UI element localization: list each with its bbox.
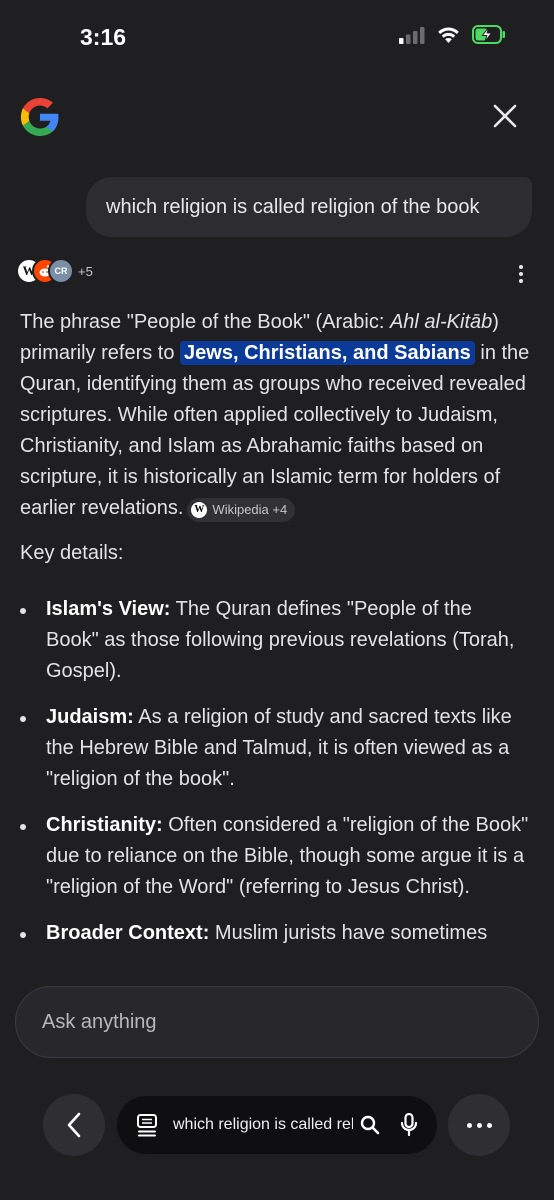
search-icon[interactable] (359, 1114, 381, 1136)
more-menu-button[interactable] (448, 1094, 510, 1156)
signal-icon (399, 26, 425, 49)
list-item: Judaism: As a religion of study and sacr… (20, 702, 530, 795)
list-item: Christianity: Often considered a "religi… (20, 810, 530, 903)
answer-text: The phrase "People of the Book" (Arabic: (20, 311, 390, 333)
sources-more-count: +5 (78, 263, 93, 279)
key-details-heading: Key details: (20, 542, 124, 564)
ask-anything-input[interactable]: Ask anything (15, 986, 539, 1058)
user-query-bubble[interactable]: which religion is called religion of the… (86, 177, 532, 237)
screen: 3:16 which religion is called religion o… (0, 0, 554, 1200)
more-options-icon[interactable] (510, 262, 532, 286)
google-logo-icon (18, 95, 62, 139)
back-button[interactable] (43, 1094, 105, 1156)
microphone-icon[interactable] (398, 1112, 420, 1138)
highlighted-answer: Jews, Christians, and Sabians (180, 341, 475, 365)
source-chip-label: Wikipedia +4 (212, 502, 288, 517)
battery-charging-icon (472, 25, 506, 49)
close-icon (493, 104, 517, 128)
arabic-term: Ahl al-Kitāb (389, 311, 493, 333)
scroll-fade (0, 945, 554, 985)
tabs-icon[interactable] (136, 1113, 158, 1137)
key-details-list: Islam's View: The Quran defines "People … (20, 594, 530, 964)
ask-anything-placeholder: Ask anything (42, 1010, 157, 1033)
sources-row[interactable]: W CR +5 (16, 258, 93, 284)
source-chip[interactable]: W Wikipedia +4 (187, 497, 296, 522)
search-pill[interactable]: which religion is called religion of the… (117, 1096, 437, 1154)
wikipedia-icon: W (191, 501, 208, 518)
wifi-icon (436, 25, 461, 49)
search-pill-text[interactable]: which religion is called religion of the… (173, 1116, 353, 1134)
answer-paragraph: The phrase "People of the Book" (Arabic:… (20, 307, 540, 524)
chevron-left-icon (67, 1112, 81, 1138)
close-button[interactable] (487, 98, 523, 134)
site-icon: CR (48, 258, 74, 284)
status-icons (399, 25, 506, 49)
answer-text: in the Quran, identifying them as groups… (20, 342, 530, 519)
list-item: Islam's View: The Quran defines "People … (20, 594, 530, 687)
status-time: 3:16 (80, 24, 127, 50)
